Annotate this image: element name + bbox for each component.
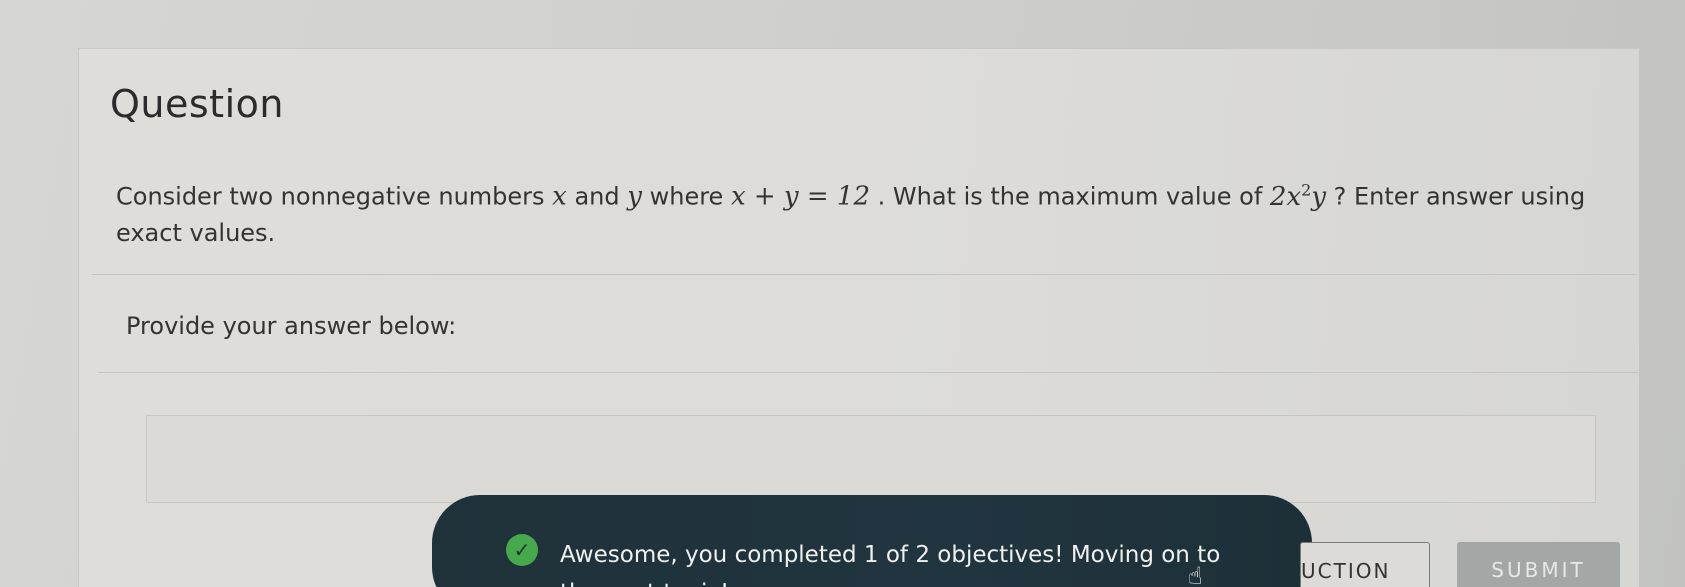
question-text: Consider two nonnegative numbers x and y… — [116, 172, 1636, 251]
submit-button[interactable]: SUBMIT — [1457, 542, 1620, 587]
answer-prompt: Provide your answer below: — [126, 312, 457, 340]
page-title: Question — [110, 82, 284, 126]
section-divider — [92, 274, 1637, 275]
math-expr-exponent: 2 — [1301, 180, 1312, 199]
question-text-part: Consider two nonnegative numbers — [116, 182, 553, 211]
math-expression: 2x2y — [1269, 180, 1327, 212]
answer-input[interactable] — [146, 415, 1596, 503]
toast-message: Awesome, you completed 1 of 2 objectives… — [560, 542, 1221, 587]
math-var-y: y — [627, 181, 642, 212]
instruction-button[interactable]: UCTION — [1300, 542, 1430, 587]
math-expr-base: 2x — [1269, 181, 1302, 212]
math-expr-tail: y — [1311, 181, 1327, 212]
math-equation: x + y = 12 — [730, 181, 871, 212]
question-text-part: . What is the maximum value of — [870, 182, 1270, 211]
hand-cursor-icon: ☝ — [1188, 562, 1203, 587]
check-circle-icon: ✓ — [506, 534, 538, 566]
math-var-x: x — [552, 181, 567, 212]
question-text-part: where — [641, 182, 731, 211]
section-divider — [98, 372, 1638, 373]
question-text-part: and — [566, 182, 628, 211]
